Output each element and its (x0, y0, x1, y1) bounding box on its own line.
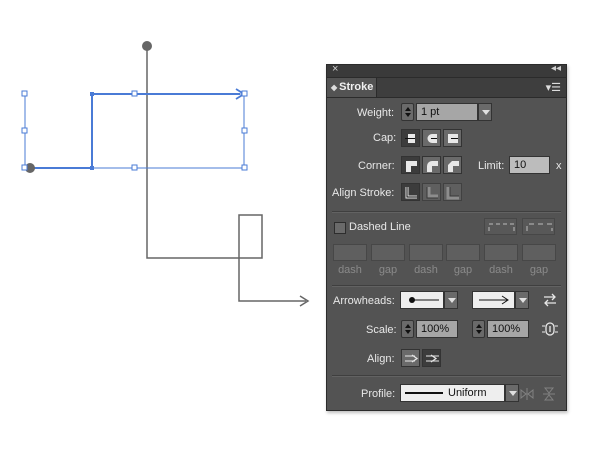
gap-field-1[interactable] (371, 244, 405, 261)
bevel-join-icon (448, 161, 459, 172)
close-icon[interactable]: × (332, 63, 338, 75)
panel-menu-icon[interactable]: ▾☰ (546, 81, 561, 94)
separator (332, 285, 561, 287)
end-arrowhead-icon (479, 295, 509, 305)
butt-cap-button[interactable] (401, 129, 420, 147)
limit-label: Limit: (478, 160, 505, 172)
flip-across-icon (543, 387, 555, 401)
miter-join-button[interactable] (401, 156, 420, 174)
tab-stroke[interactable]: ◆ Stroke (327, 78, 377, 97)
start-arrowhead-select[interactable] (400, 291, 444, 309)
dash-align-corners-icon (526, 223, 553, 231)
weight-field[interactable]: 1 pt (416, 103, 478, 121)
weight-dropdown[interactable] (478, 103, 492, 121)
collapse-icon[interactable]: ◂◂ (551, 63, 561, 74)
weight-label: Weight: (357, 107, 395, 119)
gap-field-label: gap (378, 264, 398, 276)
round-cap-icon (427, 134, 437, 143)
gray-arrow-path[interactable] (146, 47, 306, 302)
align-inside-button[interactable] (422, 183, 441, 201)
dash-field-label: dash (338, 264, 362, 276)
bevel-join-button[interactable] (443, 156, 462, 174)
end-arrowhead-dropdown[interactable] (515, 291, 529, 309)
swap-arrowheads-button[interactable] (541, 292, 559, 308)
link-scale-icon (542, 322, 558, 336)
align-arrows-label: Align: (367, 353, 395, 365)
dash-field-1[interactable] (333, 244, 367, 261)
arrow-extend-icon (405, 354, 419, 363)
profile-value: Uniform (448, 387, 487, 399)
limit-unit-label: x (556, 160, 562, 172)
gap-field-2[interactable] (446, 244, 480, 261)
flip-across-button[interactable] (541, 386, 557, 402)
round-join-button[interactable] (422, 156, 441, 174)
arrow-extend-button[interactable] (401, 349, 420, 367)
selected-path-frame[interactable] (24, 93, 245, 169)
gap-field-label: gap (453, 264, 473, 276)
arrow-place-at-end-icon (426, 354, 439, 363)
end-scale-field[interactable]: 100% (487, 320, 529, 338)
butt-cap-icon (405, 134, 415, 143)
start-scale-stepper[interactable] (401, 320, 414, 338)
miter-join-icon (406, 161, 417, 172)
align-center-icon (405, 187, 417, 199)
projecting-cap-button[interactable] (443, 129, 462, 147)
start-arrowhead-dropdown[interactable] (444, 291, 458, 309)
gray-path-start-dot (142, 41, 152, 51)
bounding-box-handles[interactable] (21, 90, 248, 171)
stroke-panel: × ◂◂ ◆ Stroke ▾☰ Weight: 1 pt Cap: Corner… (326, 63, 567, 411)
miter-limit-field[interactable]: 10 (509, 156, 550, 174)
cap-label: Cap: (373, 132, 397, 144)
arrowheads-label: Arrowheads: (333, 295, 395, 307)
panel-title-bar[interactable]: × ◂◂ (327, 63, 566, 78)
dash-field-label: dash (489, 264, 513, 276)
round-join-icon (427, 161, 438, 172)
arrow-place-at-end-button[interactable] (422, 349, 441, 367)
tab-stroke-label: Stroke (339, 81, 374, 93)
align-center-button[interactable] (401, 183, 420, 201)
tab-options-toggle-icon[interactable]: ◆ (331, 83, 337, 92)
dash-field-label: dash (414, 264, 438, 276)
align-stroke-label: Align Stroke: (332, 187, 395, 199)
separator (332, 211, 561, 213)
round-cap-button[interactable] (422, 129, 441, 147)
align-outside-icon (446, 187, 459, 200)
flip-along-icon (520, 388, 534, 400)
start-scale-field[interactable]: 100% (416, 320, 458, 338)
gap-field-label: gap (529, 264, 549, 276)
end-scale-stepper[interactable] (472, 320, 485, 338)
gap-field-3[interactable] (522, 244, 556, 261)
scale-label: Scale: (366, 324, 397, 336)
selected-path-bold (30, 93, 240, 169)
profile-select[interactable]: Uniform (400, 384, 505, 402)
flip-along-button[interactable] (519, 386, 535, 402)
projecting-cap-icon (448, 134, 458, 143)
dash-field-2[interactable] (409, 244, 443, 261)
start-arrowhead-icon (409, 297, 439, 303)
end-arrowhead-select[interactable] (472, 291, 515, 309)
dash-field-3[interactable] (484, 244, 518, 261)
uniform-profile-icon (405, 392, 443, 394)
align-inside-icon (426, 187, 438, 199)
dash-preserve-button[interactable] (484, 218, 517, 235)
profile-label: Profile: (361, 388, 396, 400)
dash-align-corners-button[interactable] (522, 218, 555, 235)
corner-label: Corner: (358, 160, 395, 172)
dashed-line-label: Dashed Line (349, 221, 411, 233)
align-outside-button[interactable] (443, 183, 462, 201)
separator (332, 375, 561, 377)
swap-arrowheads-icon (544, 293, 556, 307)
dashed-line-checkbox[interactable] (334, 222, 346, 234)
profile-dropdown[interactable] (505, 384, 519, 402)
weight-stepper[interactable] (401, 103, 414, 121)
link-scale-button[interactable] (541, 321, 559, 337)
panel-tab-row: ◆ Stroke ▾☰ (327, 78, 566, 98)
dash-preserve-icon (488, 223, 515, 231)
